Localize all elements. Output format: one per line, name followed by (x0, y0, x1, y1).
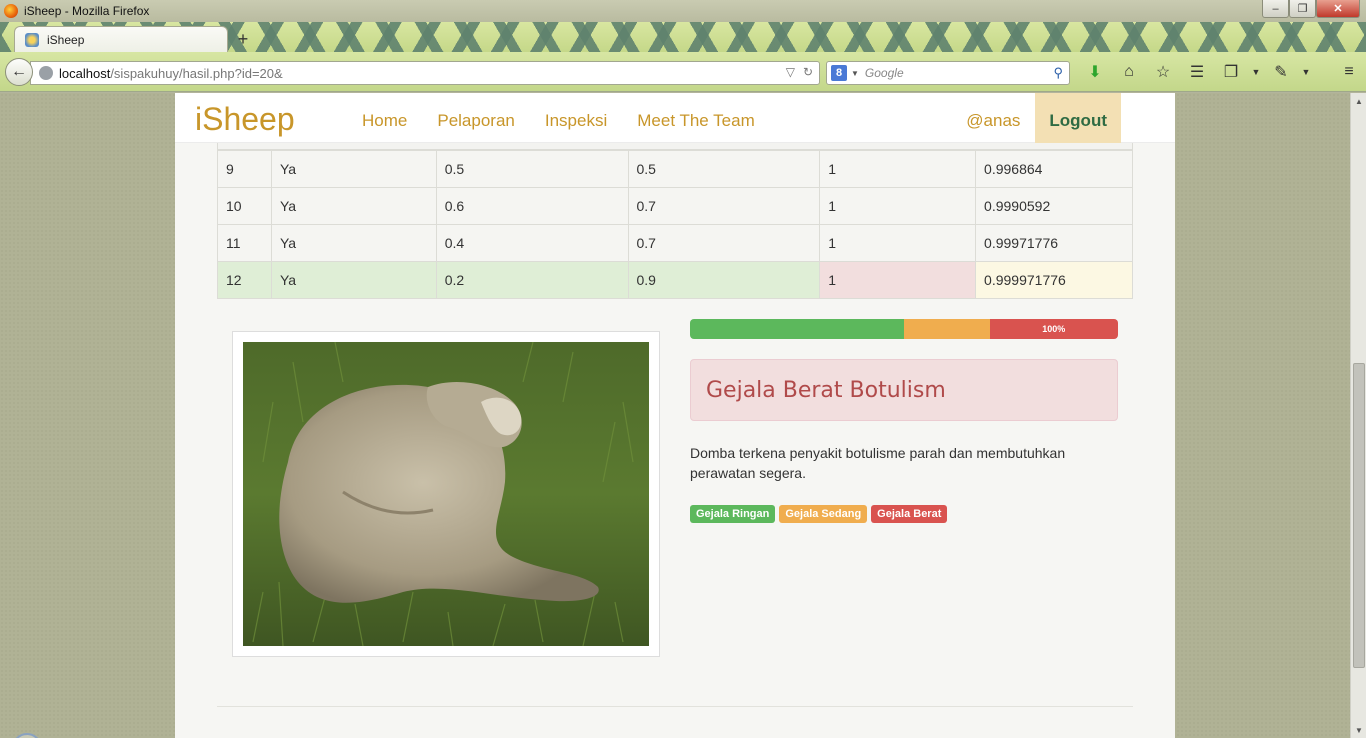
table-cell: 0.9990592 (975, 187, 1133, 225)
logout-button[interactable]: Logout (1035, 93, 1121, 143)
table-cell: Ya (270, 187, 437, 225)
severity-label: Gejala Berat (871, 505, 948, 523)
table-cell: 0.5 (627, 150, 821, 188)
table-row: 9 Ya 0.5 0.5 1 0.996864 (217, 150, 1133, 188)
table-cell: 0.5 (435, 150, 629, 188)
table-cell: 0.996864 (975, 150, 1133, 188)
search-engine-icon[interactable]: 8 (831, 65, 847, 81)
footer-divider (217, 706, 1133, 707)
severity-legend: Gejala Ringan Gejala Sedang Gejala Berat (690, 505, 948, 523)
scroll-up-icon[interactable]: ▲ (1351, 93, 1366, 109)
tab-strip: iSheep + (0, 22, 1366, 52)
bookmark-star-icon[interactable]: ☆ (1146, 60, 1180, 84)
page-viewport: 9 Ya 0.5 0.5 1 0.996864 10 Ya 0.6 0.7 1 0.9990592 11… (0, 93, 1350, 738)
severity-progress-bar: 100% (690, 319, 1118, 339)
table-cell: 0.4 (435, 224, 629, 262)
diagnosis-description: Domba terkena penyakit botulisme parah d… (690, 445, 1066, 481)
table-cell: Ya (270, 261, 437, 299)
close-button[interactable]: ✕ (1316, 0, 1360, 18)
dropdown-arrow-icon[interactable]: ▼ (1248, 60, 1264, 84)
back-arrow-icon: ← (11, 63, 27, 80)
table-cell: 0.9 (627, 261, 821, 299)
search-bar[interactable]: 8 ▼ Google ⚲ (826, 61, 1070, 85)
severity-label: Gejala Sedang (779, 505, 868, 523)
progress-segment-berat: 100% (989, 319, 1118, 339)
start-orb-icon[interactable] (12, 733, 42, 738)
table-cell: 10 (217, 187, 272, 225)
scrollbar-thumb[interactable] (1353, 363, 1365, 668)
table-cell: 1 (819, 187, 977, 225)
nav-home[interactable]: Home (347, 93, 422, 143)
table-cell: Ya (270, 224, 437, 262)
screenshot-icon[interactable]: ❐ (1214, 60, 1248, 84)
window-titlebar: iSheep - Mozilla Firefox – ❐ ✕ (0, 0, 1366, 22)
table-cell: Ya (270, 150, 437, 188)
diagnosis-title: Gejala Berat Botulism (706, 377, 946, 403)
nav-meet-the-team[interactable]: Meet The Team (622, 93, 770, 143)
nav-pelaporan[interactable]: Pelaporan (422, 93, 530, 143)
progress-segment-sedang (904, 319, 990, 339)
diagnosis-alert: Gejala Berat Botulism (690, 359, 1118, 421)
table-row: 11 Ya 0.4 0.7 1 0.99971776 (217, 224, 1133, 262)
menu-icon[interactable]: ≡ (1332, 60, 1366, 84)
home-icon[interactable]: ⌂ (1112, 60, 1146, 84)
site-favicon-icon (25, 32, 39, 47)
back-button[interactable]: ← (5, 58, 33, 86)
new-tab-button[interactable]: + (232, 28, 254, 50)
nav-right: @anas Logout (951, 93, 1121, 143)
url-bar[interactable]: localhost /sispakuhuy/hasil.php?id=20& ▽… (30, 61, 820, 85)
bookmarks-menu-icon[interactable]: ☰ (1180, 60, 1214, 84)
firefox-logo-icon (4, 4, 18, 18)
window-controls: – ❐ ✕ (1262, 0, 1360, 18)
site-navbar: iSheep Home Pelaporan Inspeksi Meet The … (175, 93, 1175, 143)
brand-logo[interactable]: iSheep (195, 101, 295, 138)
url-host: localhost (59, 65, 111, 81)
table-cell: 0.99971776 (975, 224, 1133, 262)
table-cell: 0.7 (627, 224, 821, 262)
table-cell: 12 (217, 261, 272, 299)
table-cell: 0.999971776 (975, 261, 1133, 299)
user-link[interactable]: @anas (951, 93, 1035, 143)
table-cell: 0.7 (627, 187, 821, 225)
toolbar-icons: ⬇ ⌂ ☆ ☰ ❐ ▼ ✎ ▼ ≡ (1078, 60, 1366, 84)
table-cell: 1 (819, 150, 977, 188)
sheep-photo-frame (232, 331, 660, 657)
engine-dropdown-icon[interactable]: ▼ (851, 69, 859, 78)
dropdown-arrow-icon[interactable]: ▽ (786, 65, 795, 79)
dev-tools-icon[interactable]: ✎ (1264, 60, 1298, 84)
url-path: /sispakuhuy/hasil.php?id=20& (110, 65, 283, 81)
table-cell: 9 (217, 150, 272, 188)
globe-icon (39, 66, 53, 80)
calculation-table: 9 Ya 0.5 0.5 1 0.996864 10 Ya 0.6 0.7 1 0.9990592 11… (217, 150, 1133, 299)
table-row: 10 Ya 0.6 0.7 1 0.9990592 (217, 187, 1133, 225)
table-cell: 1 (819, 261, 977, 299)
nav-links: Home Pelaporan Inspeksi Meet The Team (347, 93, 770, 143)
minimize-button[interactable]: – (1262, 0, 1289, 18)
table-cell: 0.6 (435, 187, 629, 225)
scroll-down-icon[interactable]: ▼ (1351, 722, 1366, 738)
table-cell: 1 (819, 224, 977, 262)
download-icon[interactable]: ⬇ (1078, 60, 1112, 84)
reload-icon[interactable]: ↻ (803, 65, 813, 79)
table-cell: 0.2 (435, 261, 629, 299)
vertical-scrollbar[interactable]: ▲ ▼ (1350, 93, 1366, 738)
browser-tab[interactable]: iSheep (14, 26, 228, 52)
nav-inspeksi[interactable]: Inspeksi (530, 93, 622, 143)
window-title: iSheep - Mozilla Firefox (24, 4, 150, 18)
search-input[interactable]: Google (865, 66, 904, 80)
navigation-toolbar: localhost /sispakuhuy/hasil.php?id=20& ▽… (0, 52, 1366, 92)
search-icon[interactable]: ⚲ (1053, 65, 1063, 81)
progress-segment-ringan (690, 319, 904, 339)
severity-label: Gejala Ringan (690, 505, 776, 523)
table-cell: 11 (217, 224, 272, 262)
table-row: 12 Ya 0.2 0.9 1 0.999971776 (217, 261, 1133, 299)
maximize-button[interactable]: ❐ (1289, 0, 1316, 18)
sheep-photo (243, 342, 649, 646)
tab-title: iSheep (47, 32, 85, 47)
dropdown-arrow-icon[interactable]: ▼ (1298, 60, 1314, 84)
